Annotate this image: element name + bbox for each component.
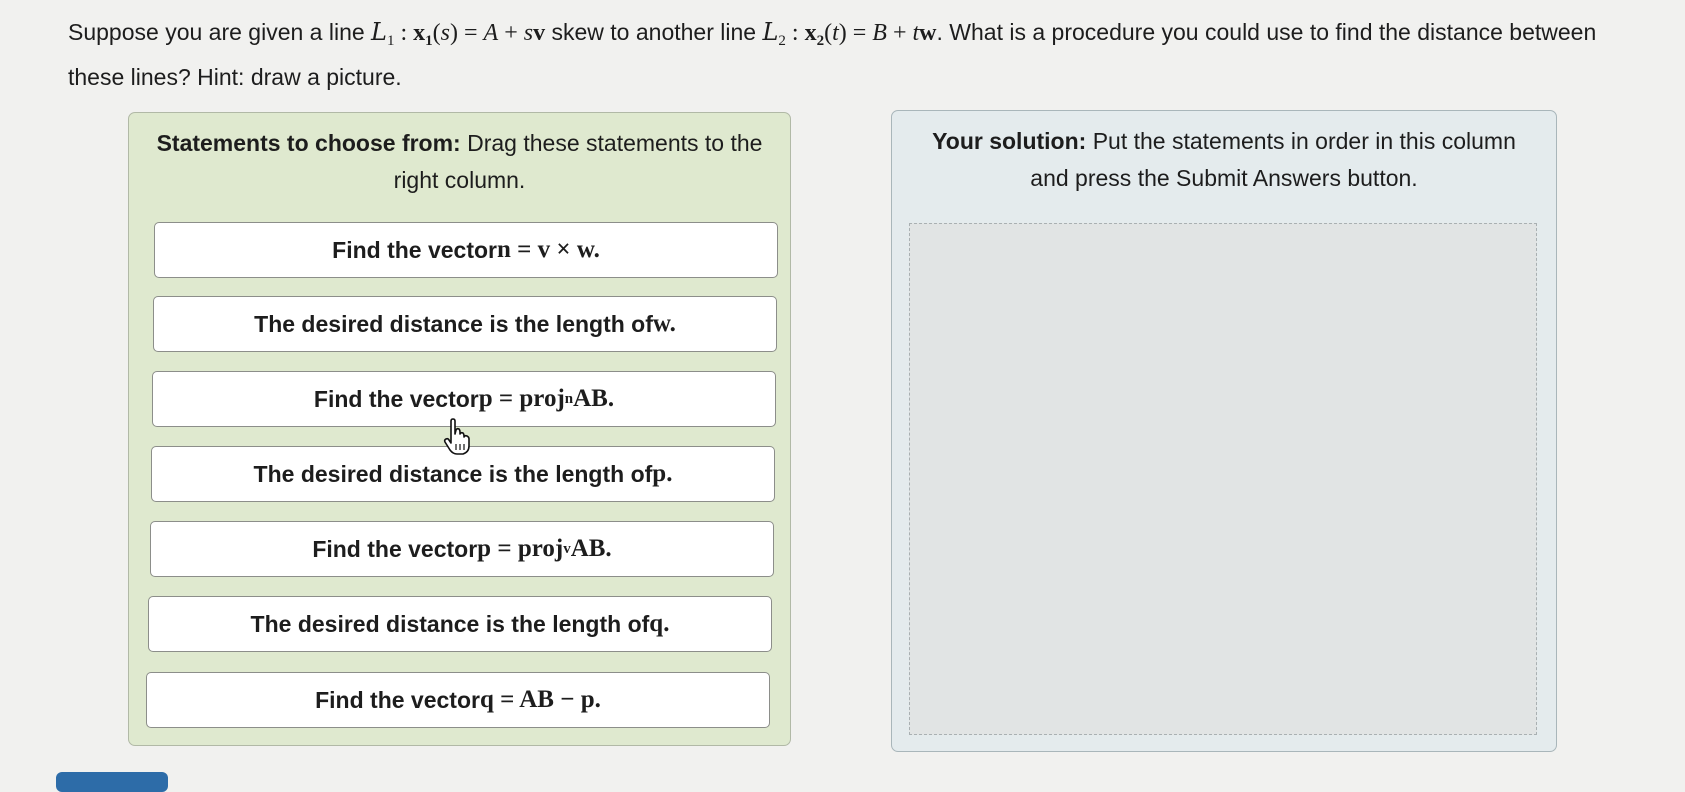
submit-button-edge[interactable] — [56, 772, 168, 792]
hand-pointer-icon — [443, 418, 470, 455]
statement-card[interactable]: The desired distance is the length of w. — [153, 296, 777, 352]
statement-card[interactable]: The desired distance is the length of q. — [148, 596, 772, 652]
statement-card[interactable]: Find the vector n = v × w. — [154, 222, 778, 278]
solution-dropzone[interactable] — [909, 223, 1537, 735]
solution-heading: Your solution: Put the statements in ord… — [932, 128, 1516, 191]
statement-card[interactable]: Find the vector q = AB − p. — [146, 672, 770, 728]
statement-card[interactable]: Find the vector p = proj v AB. — [150, 521, 774, 577]
statements-heading: Statements to choose from: Drag these st… — [156, 130, 763, 193]
solution-column: Your solution: Put the statements in ord… — [891, 110, 1557, 752]
question-text: Suppose you are given a line L1 : x1(s) … — [68, 18, 1597, 90]
